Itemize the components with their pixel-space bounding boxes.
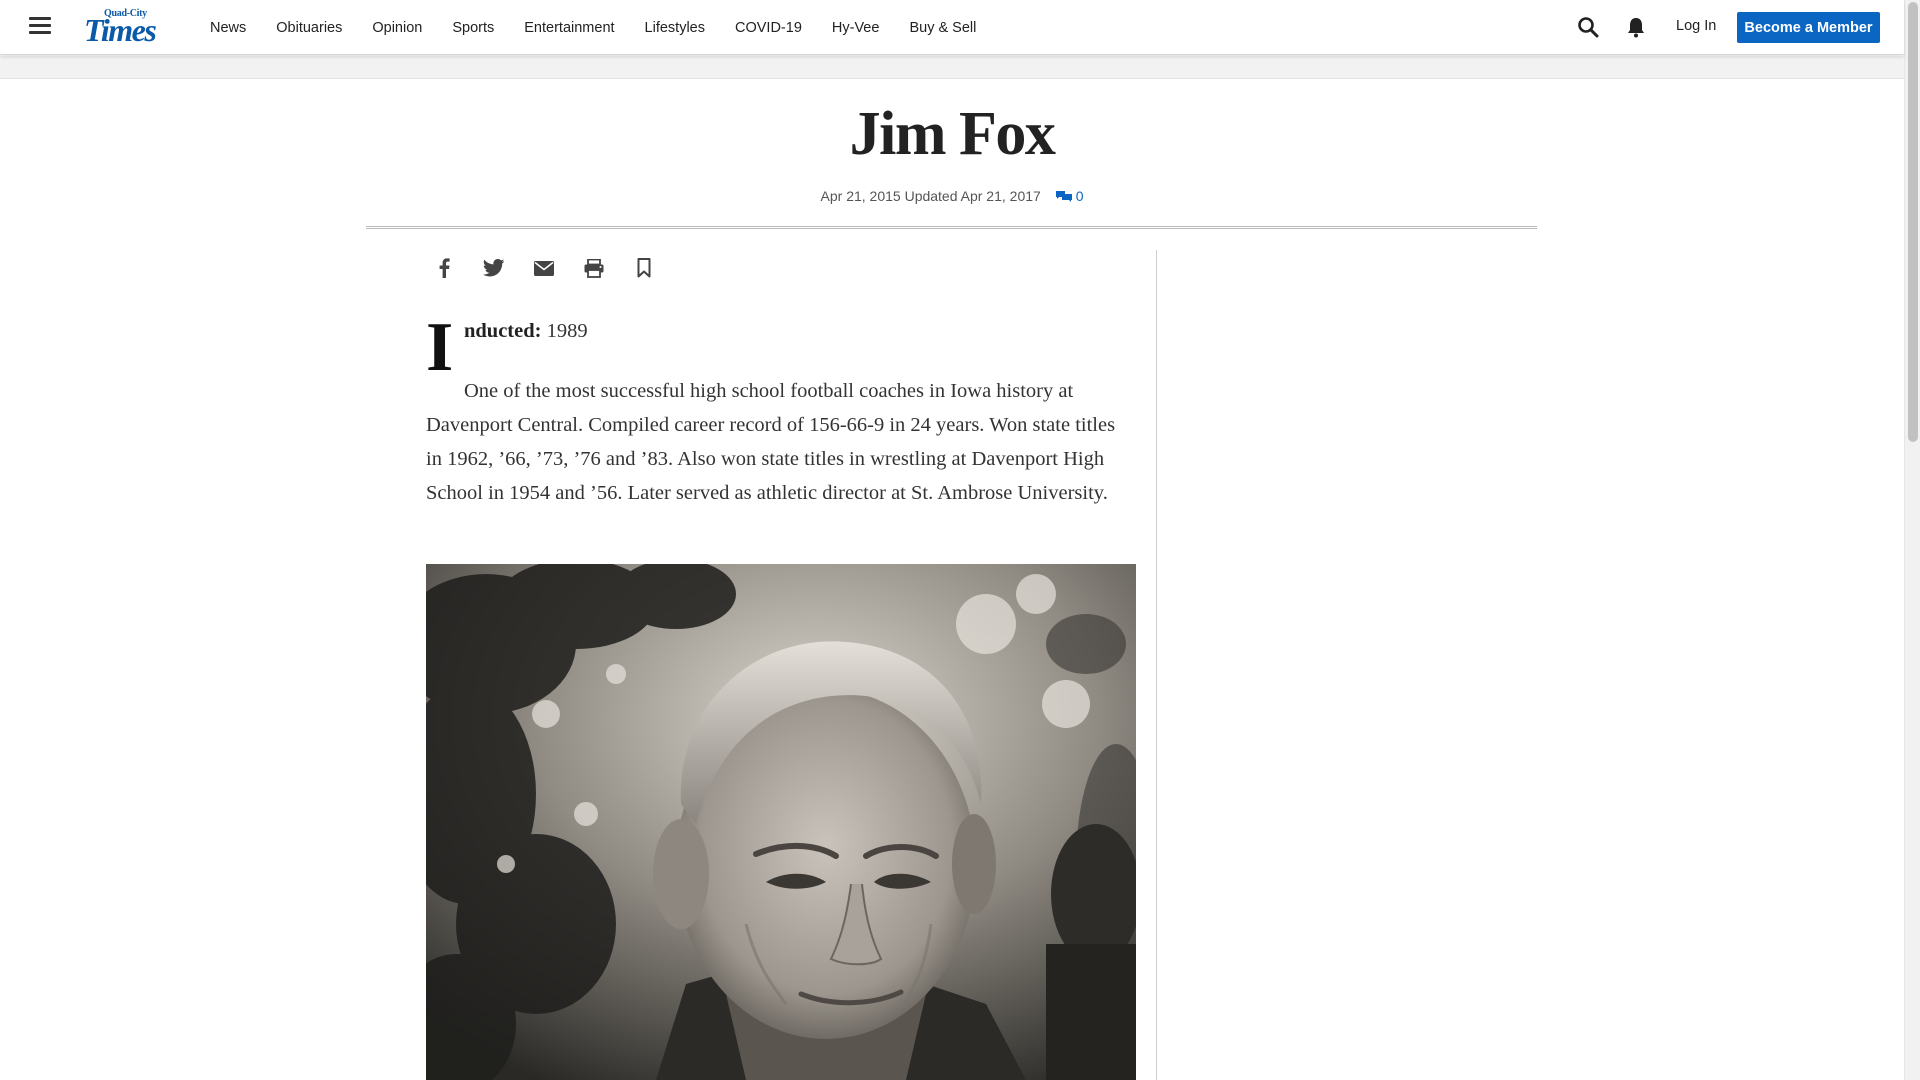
nav-item-entertainment[interactable]: Entertainment <box>524 20 614 36</box>
main-nav: News Obituaries Opinion Sports Entertain… <box>195 0 991 55</box>
nav-item-buy-sell[interactable]: Buy & Sell <box>909 20 976 36</box>
nav-item-lifestyles[interactable]: Lifestyles <box>645 20 705 36</box>
become-member-button[interactable]: Become a Member <box>1737 12 1880 43</box>
sub-navigation-strip <box>0 56 1904 79</box>
nav-item-opinion[interactable]: Opinion <box>372 20 422 36</box>
logo-big-text: Times <box>84 12 157 48</box>
inducted-line: nducted: 1989 <box>464 320 588 343</box>
site-logo[interactable]: Quad-City Times <box>84 8 180 48</box>
comments-icon <box>1055 191 1072 202</box>
share-toolbar <box>432 256 656 280</box>
inducted-year: 1989 <box>541 320 588 342</box>
twitter-icon[interactable] <box>482 256 506 280</box>
bell-icon[interactable] <box>1626 16 1646 38</box>
portrait-image <box>426 564 1136 1080</box>
article-body: One of the most successful high school f… <box>426 380 1116 504</box>
page-scrollbar[interactable] <box>1904 0 1920 1080</box>
article-dates: Apr 21, 2015 Updated Apr 21, 2017 <box>820 188 1041 204</box>
column-divider <box>1156 250 1157 1080</box>
article-title: Jim Fox <box>849 100 1056 168</box>
email-icon[interactable] <box>532 256 556 280</box>
nav-item-sports[interactable]: Sports <box>452 20 494 36</box>
nav-item-news[interactable]: News <box>210 20 246 36</box>
article-meta: Apr 21, 2015 Updated Apr 21, 2017 0 <box>0 188 1904 204</box>
nav-item-covid-19[interactable]: COVID-19 <box>735 20 802 36</box>
inducted-label: nducted: <box>464 320 542 342</box>
top-navigation-bar: Quad-City Times News Obituaries Opinion … <box>0 0 1904 55</box>
search-icon[interactable] <box>1577 16 1599 38</box>
facebook-icon[interactable] <box>432 256 456 280</box>
menu-icon[interactable] <box>29 17 51 37</box>
bookmark-icon[interactable] <box>632 256 656 280</box>
comments-count: 0 <box>1075 188 1084 204</box>
nav-item-obituaries[interactable]: Obituaries <box>276 20 342 36</box>
headline-divider <box>366 226 1537 229</box>
print-icon[interactable] <box>582 256 606 280</box>
article-photo[interactable] <box>426 564 1136 1080</box>
login-link[interactable]: Log In <box>1676 18 1716 34</box>
comments-link[interactable]: 0 <box>1055 188 1084 204</box>
nav-item-hy-vee[interactable]: Hy-Vee <box>832 20 880 36</box>
scrollbar-thumb[interactable] <box>1908 2 1918 442</box>
drop-cap: I <box>426 309 454 386</box>
